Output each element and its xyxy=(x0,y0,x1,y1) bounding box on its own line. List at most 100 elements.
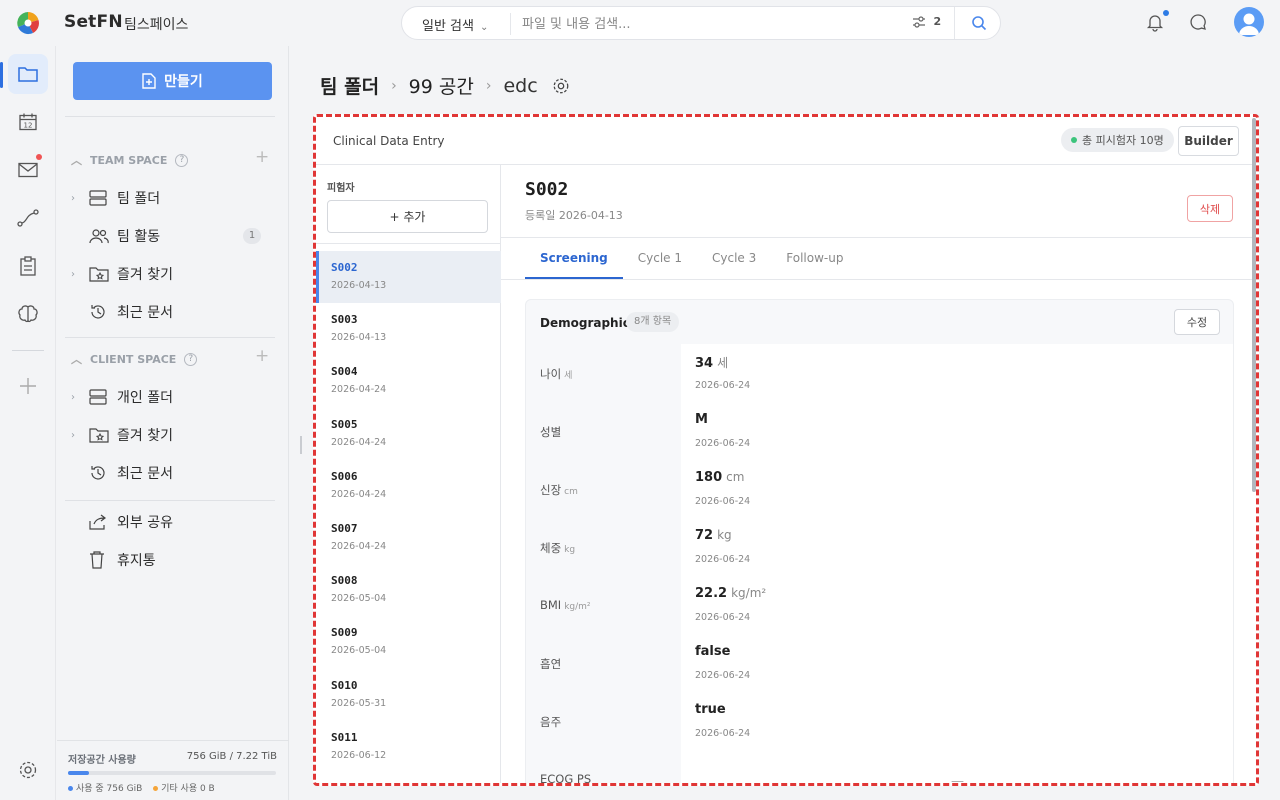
breadcrumb-root[interactable]: 팀 폴더 xyxy=(320,72,379,99)
scrollbar[interactable] xyxy=(1252,118,1256,492)
add-subject-button[interactable]: + 추가 xyxy=(327,200,488,233)
field-value-unit: cm xyxy=(726,470,745,484)
field-value-unit: 세 xyxy=(717,356,729,370)
sidebar-item-team-recent[interactable]: 최근 문서 xyxy=(71,299,271,325)
field-unit: cm xyxy=(564,487,578,497)
subject-list-item[interactable]: S003 2026-04-13 xyxy=(316,303,501,355)
rail-add[interactable] xyxy=(8,366,48,406)
subjects-label: 피험자 xyxy=(327,183,355,194)
subject-list-item[interactable]: S007 2026-04-24 xyxy=(316,512,501,564)
help-icon[interactable]: ? xyxy=(175,153,189,167)
subject-date: 2026-04-24 xyxy=(331,540,387,552)
brand-name: SetFN xyxy=(64,12,123,32)
edc-header: Clinical Data Entry 총 피시험자 10명 Builder xyxy=(316,117,1256,165)
field-value-cell[interactable]: 22.2 kg/m² 2026-06-24 xyxy=(681,576,1233,634)
search-input[interactable] xyxy=(522,13,902,35)
rail-ai[interactable] xyxy=(8,294,48,334)
field-row: 신장 cm 180 cm 2026-06-24 xyxy=(526,460,1233,518)
storage-usage: 저장공간 사용량 756 GiB / 7.22 TiB 사용 중 756 GiB… xyxy=(57,740,289,800)
field-label: 성별 xyxy=(540,424,561,440)
client-space-add-button[interactable]: + xyxy=(255,346,269,366)
field-value-cell[interactable]: 180 cm 2026-06-24 xyxy=(681,460,1233,518)
edit-button[interactable]: 수정 xyxy=(1174,309,1220,335)
rail-clipboard[interactable] xyxy=(8,246,48,286)
field-value-cell[interactable]: M 2026-06-24 xyxy=(681,402,1233,460)
subject-date: 2026-05-31 xyxy=(331,697,387,709)
subject-list-item[interactable]: S004 2026-04-24 xyxy=(316,355,501,407)
clipboard-icon xyxy=(20,256,36,276)
gear-icon xyxy=(19,761,37,779)
sidebar-item-trash[interactable]: 휴지통 xyxy=(71,547,271,573)
sidebar-item-team-favorites[interactable]: › 즐겨 찾기 xyxy=(71,261,271,287)
team-space-header[interactable]: ︿ TEAM SPACE ? xyxy=(71,152,189,168)
field-label-text: 체중 xyxy=(540,541,562,555)
tab-cycle-3[interactable]: Cycle 3 xyxy=(697,237,771,279)
rail-files[interactable] xyxy=(8,54,48,94)
delete-button[interactable]: 삭제 xyxy=(1187,195,1233,222)
server-icon xyxy=(89,389,107,405)
team-space-add-button[interactable]: + xyxy=(255,147,269,167)
subject-list-item[interactable]: S009 2026-05-04 xyxy=(316,616,501,668)
sliders-icon xyxy=(913,16,925,28)
server-icon xyxy=(89,190,107,206)
field-date: 2026-06-24 xyxy=(695,728,751,739)
subject-list-item[interactable]: S005 2026-04-24 xyxy=(316,408,501,460)
sidebar-item-client-recent[interactable]: 최근 문서 xyxy=(71,460,271,486)
sidebar-item-external-share[interactable]: 외부 공유 xyxy=(71,509,271,535)
client-space-header[interactable]: ︿ CLIENT SPACE ? xyxy=(71,351,198,367)
bell-icon[interactable] xyxy=(1145,12,1165,32)
sidebar-item-team-activity[interactable]: 팀 활동 xyxy=(71,223,271,249)
rail-mail[interactable] xyxy=(8,150,48,190)
search-bar: 일반 검색 ⌄ 2 xyxy=(401,6,1001,40)
avatar[interactable] xyxy=(1234,7,1264,37)
field-value-cell[interactable]: false 2026-06-24 xyxy=(681,634,1233,692)
sidebar-item-label: 팀 폴더 xyxy=(117,191,161,207)
subject-id: S005 xyxy=(331,417,358,431)
calendar-icon: 12 xyxy=(19,113,37,131)
chat-icon[interactable] xyxy=(1188,12,1208,32)
subject-list-item[interactable]: S010 2026-05-31 xyxy=(316,669,501,721)
sidebar-item-personal-folder[interactable]: › 개인 폴더 xyxy=(71,384,271,410)
tab-follow-up[interactable]: Follow-up xyxy=(771,237,858,279)
sidebar-item-label: 즐겨 찾기 xyxy=(117,267,173,283)
rail-workflow[interactable] xyxy=(8,198,48,238)
subject-date: 2026-06-12 xyxy=(331,749,387,761)
folder-star-icon xyxy=(89,428,109,443)
rail-calendar[interactable]: 12 xyxy=(8,102,48,142)
field-empty-value: — xyxy=(951,774,964,786)
field-row: 성별 M 2026-06-24 xyxy=(526,402,1233,460)
field-unit: kg xyxy=(564,545,576,555)
field-value-cell[interactable]: 34 세 2026-06-24 xyxy=(681,344,1233,402)
search-filter-button[interactable]: 2 xyxy=(912,15,941,28)
breadcrumb-mid[interactable]: 99 공간 xyxy=(409,72,474,99)
sidebar: 만들기 ︿ TEAM SPACE ? + › 팀 폴더 팀 활동 1 › 즐겨 … xyxy=(57,46,289,800)
sidebar-item-label: 개인 폴더 xyxy=(117,390,173,406)
help-icon[interactable]: ? xyxy=(184,352,198,366)
builder-button[interactable]: Builder xyxy=(1178,126,1239,156)
field-value-cell[interactable]: true 2026-06-24 xyxy=(681,692,1233,750)
field-value-cell[interactable]: — xyxy=(681,750,1233,786)
create-button[interactable]: 만들기 xyxy=(73,62,272,100)
subject-list-item[interactable]: S006 2026-04-24 xyxy=(316,460,501,512)
field-value: 34 세 xyxy=(695,354,728,371)
sidebar-item-client-favorites[interactable]: › 즐겨 찾기 xyxy=(71,422,271,448)
sidebar-item-team-folder[interactable]: › 팀 폴더 xyxy=(71,185,271,211)
search-button[interactable] xyxy=(954,7,1002,39)
rail-divider xyxy=(12,350,44,351)
sidebar-resize-handle[interactable] xyxy=(300,436,302,454)
search-mode-select[interactable]: 일반 검색 ⌄ xyxy=(422,15,488,34)
field-value-cell[interactable]: 72 kg 2026-06-24 xyxy=(681,518,1233,576)
field-label-text: 신장 xyxy=(540,483,562,497)
tab-screening[interactable]: Screening xyxy=(525,237,623,279)
trash-icon xyxy=(90,551,104,569)
filter-count: 2 xyxy=(933,15,942,28)
subject-list-item[interactable]: S011 2026-06-12 xyxy=(316,721,501,773)
new-file-icon xyxy=(142,73,156,89)
tab-cycle-1[interactable]: Cycle 1 xyxy=(623,237,697,279)
subject-list-item[interactable]: S002 2026-04-13 xyxy=(316,251,501,304)
rail-settings[interactable] xyxy=(8,750,48,790)
subject-list-item[interactable]: S008 2026-05-04 xyxy=(316,564,501,616)
client-space-title: CLIENT SPACE xyxy=(90,352,177,366)
app-logo-icon[interactable] xyxy=(16,11,40,35)
gear-icon[interactable] xyxy=(552,77,570,95)
